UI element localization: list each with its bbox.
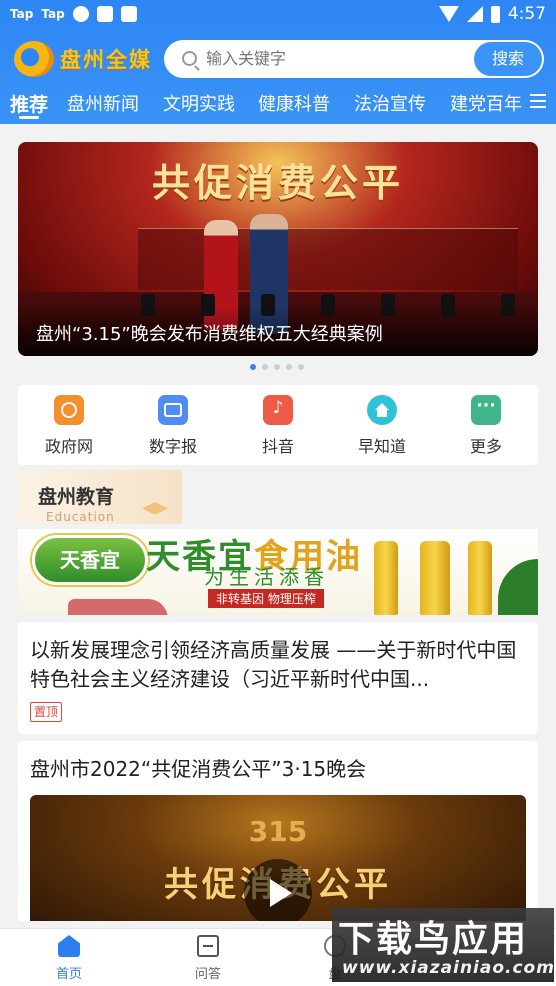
quick-link-label: 数字报: [148, 437, 197, 456]
education-title: 盘州教育: [38, 486, 115, 508]
tab-recommend[interactable]: 推荐: [10, 90, 48, 117]
tab-legal-promotion[interactable]: 法治宣传: [354, 90, 426, 116]
quick-link-more[interactable]: 更多: [446, 395, 526, 457]
search-input[interactable]: [206, 40, 456, 78]
watermark-url: www.xiazainiao.com: [342, 958, 555, 978]
tab-party-centenary[interactable]: 建党百年: [450, 90, 522, 116]
video-article-card[interactable]: 盘州市2022“共促消费公平”3·15晚会 315 共促消费公平: [18, 741, 538, 921]
home-icon: [58, 935, 80, 957]
quick-links: 政府网 数字报 抖音 早知道 更多: [18, 385, 538, 465]
logo-text: 盘州全媒: [60, 47, 152, 72]
newspaper-icon: [158, 395, 188, 425]
banner-image-title: 共促消费公平: [151, 160, 404, 205]
article-title: 以新发展理念引领经济高质量发展 ——关于新时代中国特色社会主义经济建设（习近平新…: [30, 638, 517, 691]
quick-link-digital-paper[interactable]: 数字报: [133, 395, 213, 457]
chat-icon: [197, 935, 219, 957]
ad-leaf-image: [498, 559, 538, 615]
video-thumbnail-number: 315: [248, 815, 308, 848]
banner-backdrop: [138, 228, 518, 290]
logo-mark-icon: [14, 41, 54, 77]
article-card[interactable]: 以新发展理念引领经济高质量发展 ——关于新时代中国特色社会主义经济建设（习近平新…: [18, 622, 538, 734]
quick-link-label: 政府网: [44, 437, 93, 456]
globe-icon: [54, 395, 84, 425]
status-time: 4:57: [507, 4, 546, 24]
status-bar: Tap Tap 4:57: [0, 0, 556, 30]
nav-label: 问答: [194, 967, 221, 982]
quick-link-early-know[interactable]: 早知道: [342, 395, 422, 457]
oil-bottle-image: [420, 541, 450, 615]
carousel-dot[interactable]: [286, 364, 292, 370]
tab-health-science[interactable]: 健康科普: [258, 90, 330, 116]
notification-icon: [120, 6, 137, 22]
ad-food-image: [68, 599, 168, 615]
taptap-label-2: Tap: [41, 7, 65, 21]
quick-link-label: 更多: [469, 437, 502, 456]
carousel-dot[interactable]: [298, 364, 304, 370]
video-thumbnail[interactable]: 315 共促消费公平: [30, 795, 526, 921]
advertisement-banner[interactable]: 天香宜 天香宜食用油 为生活添香 非转基因 物理压榨: [18, 529, 538, 615]
graduation-cap-icon: [142, 502, 168, 515]
play-icon[interactable]: [244, 859, 312, 921]
oil-bottle-image: [468, 541, 492, 615]
quick-link-label: 早知道: [357, 437, 406, 456]
channel-tabs: 推荐 盘州新闻 文明实践 健康科普 法治宣传 建党百年: [0, 86, 556, 120]
nav-label: 首页: [55, 967, 82, 982]
taptap-label-1: Tap: [10, 7, 34, 21]
notification-icon: [72, 6, 89, 22]
quick-link-label: 抖音: [261, 437, 294, 456]
battery-icon: [490, 5, 500, 23]
signal-icon: [466, 6, 483, 22]
pinned-tag: 置顶: [30, 702, 63, 722]
menu-icon[interactable]: [530, 94, 546, 108]
oil-bottle-image: [374, 541, 398, 615]
more-icon: [471, 395, 501, 425]
ad-badge: 非转基因 物理压榨: [208, 589, 324, 608]
ad-logo: 天香宜: [32, 535, 148, 585]
app-header: Tap Tap 4:57 盘州全媒 搜索 推荐 盘州新闻 文明实践 健康科普 法…: [0, 0, 556, 124]
article-title: 盘州市2022“共促消费公平”3·15晚会: [30, 757, 367, 781]
search-bar[interactable]: 搜索: [164, 40, 544, 78]
search-icon: [182, 51, 197, 66]
search-button[interactable]: 搜索: [474, 42, 542, 76]
app-logo: 盘州全媒: [14, 40, 152, 78]
nav-home[interactable]: 首页: [34, 935, 104, 982]
quick-link-douyin[interactable]: 抖音: [238, 395, 318, 457]
banner-caption: 盘州“3.15”晚会发布消费维权五大经典案例: [18, 306, 538, 356]
active-tab-indicator: [19, 116, 39, 119]
douyin-icon: [263, 395, 293, 425]
carousel-dot[interactable]: [250, 364, 256, 370]
tab-civilization-practice[interactable]: 文明实践: [163, 90, 235, 116]
status-bar-right: 4:57: [438, 4, 546, 24]
notification-icon: [96, 6, 113, 22]
carousel-dots: [250, 364, 304, 370]
education-subtitle: Education: [46, 510, 115, 524]
watermark-text: 下载鸟应用: [338, 919, 529, 960]
home-icon: [367, 395, 397, 425]
ad-slogan: 为生活添香: [204, 565, 329, 589]
quick-link-gov[interactable]: 政府网: [29, 395, 109, 457]
education-banner[interactable]: 盘州教育 Education: [18, 470, 182, 524]
carousel-dot[interactable]: [274, 364, 280, 370]
status-bar-left: Tap Tap: [10, 6, 137, 22]
nav-qa[interactable]: 问答: [173, 935, 243, 982]
wifi-icon: [438, 6, 459, 22]
tab-panzhou-news[interactable]: 盘州新闻: [67, 90, 139, 116]
hero-banner[interactable]: 共促消费公平 盘州“3.15”晚会发布消费维权五大经典案例: [18, 142, 538, 356]
watermark: 下载鸟应用 www.xiazainiao.com: [332, 908, 554, 982]
carousel-dot[interactable]: [262, 364, 268, 370]
